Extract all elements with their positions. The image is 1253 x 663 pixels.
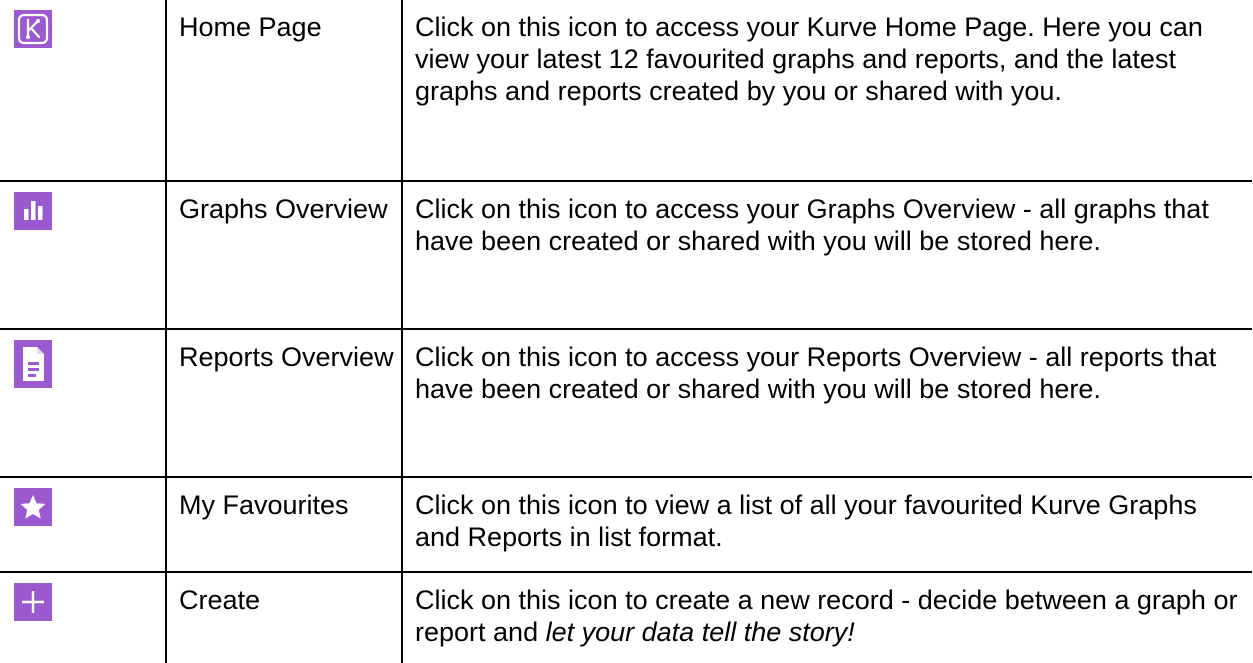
navigation-icons-table: Home Page Click on this icon to access y… bbox=[0, 0, 1252, 663]
row-description-wrapper: Click on this icon to create a new recor… bbox=[403, 573, 1252, 654]
row-description: Click on this icon to access your Graphs… bbox=[415, 194, 1209, 256]
kurve-logo-icon bbox=[14, 10, 52, 48]
name-cell: Reports Overview bbox=[165, 328, 403, 478]
name-cell: My Favourites bbox=[165, 476, 403, 573]
icon-cell bbox=[0, 180, 167, 330]
plus-icon bbox=[14, 583, 52, 621]
description-cell: Click on this icon to access your Report… bbox=[401, 328, 1252, 478]
name-cell: Create bbox=[165, 571, 403, 663]
icon-cell bbox=[0, 571, 167, 663]
description-cell: Click on this icon to access your Kurve … bbox=[401, 0, 1252, 182]
row-description: Click on this icon to access your Report… bbox=[415, 342, 1217, 404]
name-cell: Graphs Overview bbox=[165, 180, 403, 330]
bar-chart-icon bbox=[14, 192, 52, 230]
document-icon bbox=[14, 340, 52, 388]
table-row-create: Create Click on this icon to create a ne… bbox=[0, 571, 1252, 663]
star-icon bbox=[14, 488, 52, 526]
icon-cell bbox=[0, 476, 167, 573]
name-cell: Home Page bbox=[165, 0, 403, 182]
row-name: Home Page bbox=[179, 12, 322, 42]
row-name: Create bbox=[179, 585, 261, 615]
table-row-graphs-overview: Graphs Overview Click on this icon to ac… bbox=[0, 180, 1252, 330]
table-row-reports-overview: Reports Overview Click on this icon to a… bbox=[0, 328, 1252, 478]
description-cell: Click on this icon to access your Graphs… bbox=[401, 180, 1252, 330]
icon-cell bbox=[0, 0, 167, 182]
row-name: My Favourites bbox=[179, 490, 349, 520]
description-cell: Click on this icon to view a list of all… bbox=[401, 476, 1252, 573]
description-cell: Click on this icon to create a new recor… bbox=[401, 571, 1252, 663]
row-description: Click on this icon to access your Kurve … bbox=[415, 12, 1203, 106]
table-row-my-favourites: My Favourites Click on this icon to view… bbox=[0, 476, 1252, 573]
icon-cell bbox=[0, 328, 167, 478]
table-row-home-page: Home Page Click on this icon to access y… bbox=[0, 0, 1252, 182]
row-description-emphasis: let your data tell the story! bbox=[545, 617, 855, 647]
row-name: Graphs Overview bbox=[179, 194, 388, 224]
row-description: Click on this icon to view a list of all… bbox=[415, 490, 1197, 552]
row-name: Reports Overview bbox=[179, 342, 394, 372]
